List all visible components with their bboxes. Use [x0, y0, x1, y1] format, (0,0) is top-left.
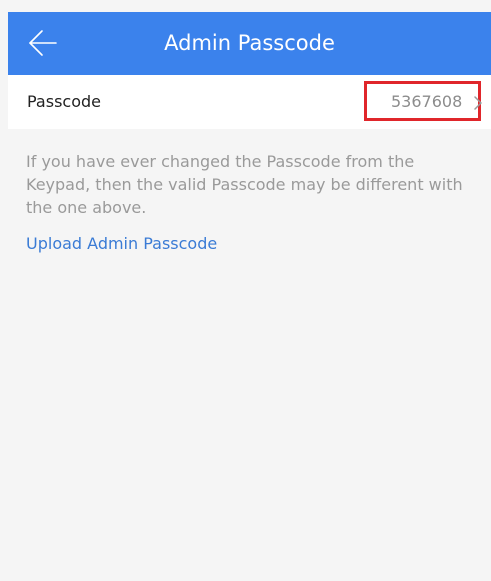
upload-admin-passcode-link[interactable]: Upload Admin Passcode — [26, 232, 217, 255]
passcode-value: 5367608 — [391, 92, 463, 111]
status-bar-area — [0, 0, 491, 12]
passcode-note: If you have ever changed the Passcode fr… — [26, 152, 463, 217]
admin-passcode-screen: Admin Passcode Passcode 5367608 If you h… — [0, 0, 491, 581]
back-button[interactable] — [18, 23, 62, 63]
passcode-label: Passcode — [27, 92, 101, 111]
chevron-right-icon — [473, 95, 483, 110]
arrow-left-icon — [18, 23, 62, 63]
passcode-row[interactable]: Passcode 5367608 — [8, 75, 491, 129]
app-header: Admin Passcode — [8, 12, 491, 75]
page-title: Admin Passcode — [164, 31, 335, 55]
